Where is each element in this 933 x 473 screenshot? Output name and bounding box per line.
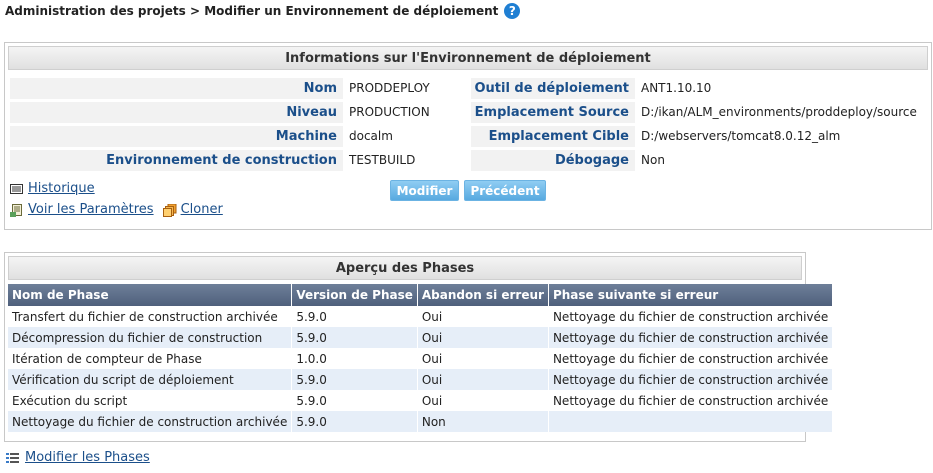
- page-title: Administration des projets > Modifier un…: [5, 4, 499, 18]
- field-label-deploy-tool: Outil de déploiement: [471, 78, 635, 99]
- next-phase-cell: Nettoyage du fichier de construction arc…: [548, 369, 834, 390]
- phase-version-cell: 5.9.0: [291, 369, 418, 390]
- phase-name-cell: Nettoyage du fichier de construction arc…: [8, 411, 293, 432]
- phases-table: Nom de Phase Version de Phase Abandon si…: [8, 284, 834, 432]
- column-header-phase-version[interactable]: Version de Phase: [291, 284, 418, 306]
- column-header-abort-on-error[interactable]: Abandon si erreur: [417, 284, 549, 306]
- column-header-phase-name[interactable]: Nom de Phase: [8, 284, 293, 306]
- phase-name-cell: Vérification du script de déploiement: [8, 369, 293, 390]
- environment-info-panel: Informations sur l'Environnement de dépl…: [4, 42, 932, 230]
- history-link[interactable]: Historique: [28, 181, 95, 196]
- phases-header-row: Nom de Phase Version de Phase Abandon si…: [8, 284, 834, 306]
- phase-name-cell: Itération de compteur de Phase: [8, 348, 293, 369]
- view-parameters-link[interactable]: Voir les Paramètres: [28, 202, 154, 217]
- phase-version-cell: 5.9.0: [291, 306, 418, 327]
- phase-name-cell: Exécution du script: [8, 390, 293, 411]
- field-label-machine: Machine: [10, 126, 343, 147]
- help-icon[interactable]: ?: [504, 3, 521, 19]
- history-icon: [10, 183, 23, 195]
- phases-panel: Aperçu des Phases Nom de Phase Version d…: [4, 252, 834, 442]
- table-row: Décompression du fichier de construction…: [8, 327, 834, 348]
- environment-info-title: Informations sur l'Environnement de dépl…: [8, 46, 928, 70]
- abort-on-error-cell: Oui: [417, 390, 549, 411]
- phase-name-cell: Décompression du fichier de construction: [8, 327, 293, 348]
- field-value-build-env: TESTBUILD: [349, 153, 416, 167]
- clone-link[interactable]: Cloner: [181, 202, 223, 217]
- abort-on-error-cell: Oui: [417, 327, 549, 348]
- abort-on-error-cell: Non: [417, 411, 549, 432]
- phases-title: Aperçu des Phases: [8, 256, 802, 280]
- abort-on-error-cell: Oui: [417, 348, 549, 369]
- field-label-target-location: Emplacement Cible: [471, 126, 635, 147]
- previous-button[interactable]: Précédent: [464, 180, 546, 201]
- next-phase-cell: Nettoyage du fichier de construction arc…: [548, 348, 834, 369]
- modify-phases-link-row: Modifier les Phases: [6, 450, 150, 465]
- field-label-build-env: Environnement de construction: [10, 150, 343, 171]
- phases-list-icon: [6, 452, 20, 464]
- field-value-machine: docalm: [349, 129, 393, 143]
- field-value-nom: PRODDEPLOY: [349, 81, 430, 95]
- abort-on-error-cell: Oui: [417, 306, 549, 327]
- field-value-deploy-tool: ANT1.10.10: [641, 81, 712, 95]
- history-link-row: Historique: [10, 181, 95, 196]
- phase-version-cell: 5.9.0: [291, 390, 418, 411]
- modify-phases-link[interactable]: Modifier les Phases: [25, 450, 150, 465]
- field-label-nom: Nom: [10, 78, 343, 99]
- field-value-target-location: D:/webservers/tomcat8.0.12_alm: [641, 129, 841, 143]
- phase-version-cell: 5.9.0: [291, 411, 418, 432]
- field-label-niveau: Niveau: [10, 102, 343, 123]
- next-phase-cell: Nettoyage du fichier de construction arc…: [548, 327, 834, 348]
- next-phase-cell: Nettoyage du fichier de construction arc…: [548, 306, 834, 327]
- column-header-next-phase-on-error[interactable]: Phase suivante si erreur: [548, 284, 834, 306]
- phase-version-cell: 5.9.0: [291, 327, 418, 348]
- table-row: Transfert du fichier de construction arc…: [8, 306, 834, 327]
- phase-version-cell: 1.0.0: [291, 348, 418, 369]
- field-value-source-location: D:/ikan/ALM_environments/proddeploy/sour…: [641, 105, 917, 119]
- params-link-row: Voir les Paramètres Cloner: [10, 202, 223, 217]
- table-row: Vérification du script de déploiement 5.…: [8, 369, 834, 390]
- phase-name-cell: Transfert du fichier de construction arc…: [8, 306, 293, 327]
- table-row: Nettoyage du fichier de construction arc…: [8, 411, 834, 432]
- table-row: Itération de compteur de Phase 1.0.0 Oui…: [8, 348, 834, 369]
- field-label-debug: Débogage: [471, 150, 635, 171]
- table-row: Exécution du script 5.9.0 Oui Nettoyage …: [8, 390, 834, 411]
- field-value-niveau: PRODUCTION: [349, 105, 430, 119]
- next-phase-cell: [548, 411, 834, 432]
- abort-on-error-cell: Oui: [417, 369, 549, 390]
- modify-button[interactable]: Modifier: [390, 180, 459, 201]
- parameters-icon: [10, 203, 23, 217]
- breadcrumb: Administration des projets > Modifier un…: [5, 3, 521, 19]
- clone-icon: [162, 203, 177, 217]
- field-value-debug: Non: [641, 153, 665, 167]
- field-label-source-location: Emplacement Source: [471, 102, 635, 123]
- next-phase-cell: Nettoyage du fichier de construction arc…: [548, 390, 834, 411]
